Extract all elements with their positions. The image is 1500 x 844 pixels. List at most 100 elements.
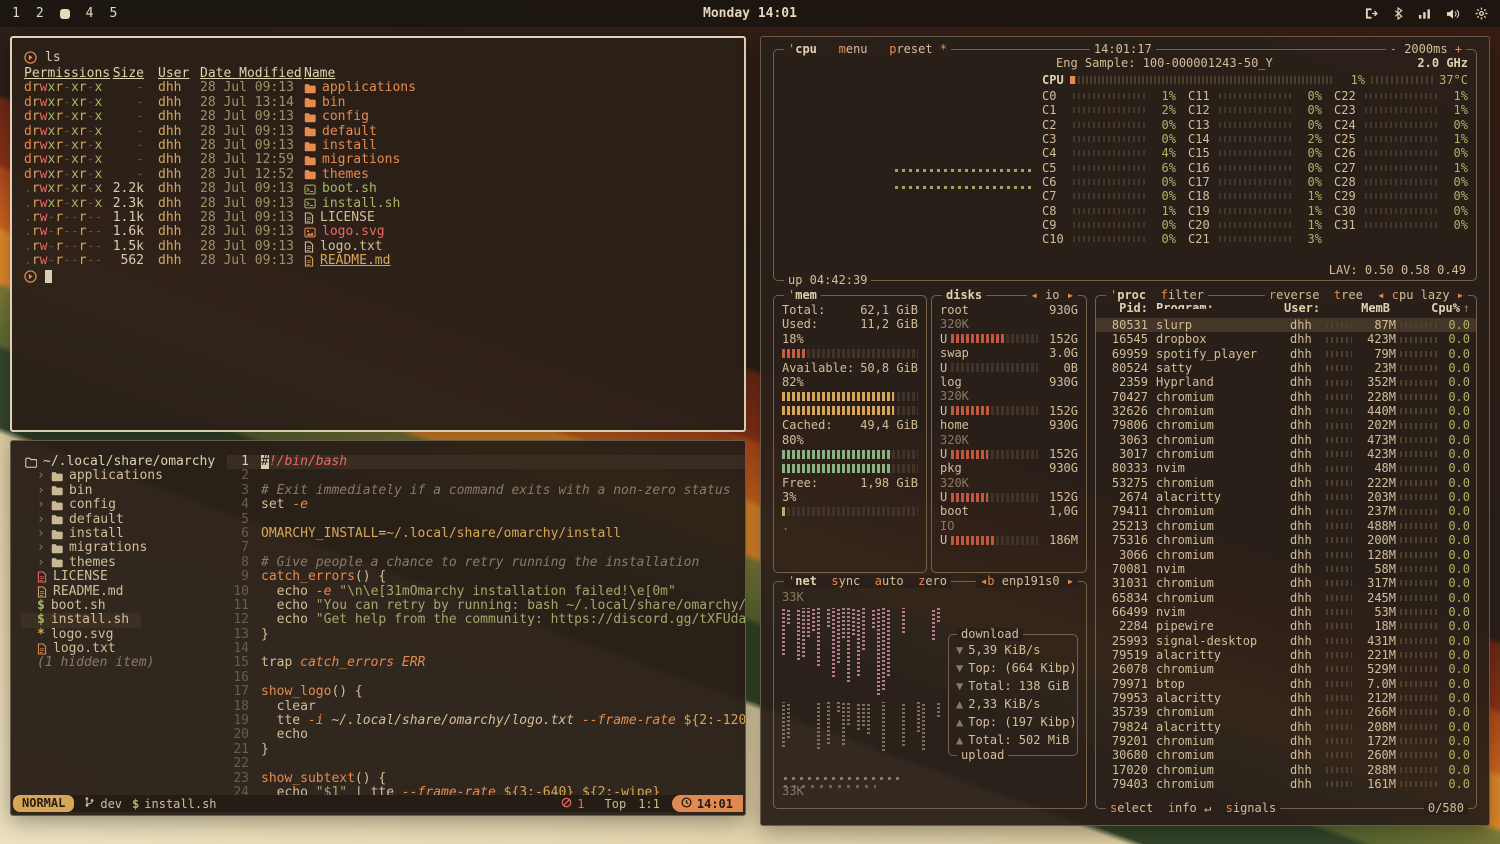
tree-item-README.md[interactable]: README.md	[21, 585, 135, 599]
code-line: 17show_logo() {	[227, 685, 745, 699]
meter	[782, 461, 918, 475]
process-row[interactable]: 35739chromiumdhh266M0.0	[1096, 705, 1476, 719]
line-number: 9	[227, 570, 261, 584]
network-tray-icon[interactable]	[1418, 8, 1431, 20]
settings-tray-icon[interactable]	[1475, 7, 1488, 20]
cpu-panel-title[interactable]: 'cpu menu preset *	[784, 43, 951, 56]
process-cpu-graph	[1400, 380, 1438, 386]
process-row[interactable]: 65834chromiumdhh245M0.0	[1096, 591, 1476, 605]
process-row[interactable]: 25213chromiumdhh488M0.0	[1096, 519, 1476, 533]
net-interface-selector[interactable]: ◂b enp191s0 ▸	[976, 575, 1078, 588]
process-row[interactable]: 3017chromiumdhh423M0.0	[1096, 447, 1476, 461]
process-row[interactable]: 3063chromiumdhh473M0.0	[1096, 433, 1476, 447]
process-row[interactable]: 3066chromiumdhh128M0.0	[1096, 548, 1476, 562]
process-row[interactable]: 79519alacrittydhh221M0.0	[1096, 648, 1476, 662]
sort-direction-icon[interactable]: ↑	[1460, 301, 1470, 309]
process-row[interactable]: 79806chromiumdhh202M0.0	[1096, 418, 1476, 432]
process-row[interactable]: 31031chromiumdhh317M0.0	[1096, 576, 1476, 590]
cpu-core-row: C310%	[1334, 218, 1468, 232]
process-row[interactable]: 80531slurpdhh87M0.0	[1096, 318, 1476, 332]
process-row[interactable]: 32626chromiumdhh440M0.0	[1096, 404, 1476, 418]
workspace-1[interactable]: 1	[12, 0, 20, 27]
bluetooth-tray-icon[interactable]	[1394, 7, 1403, 20]
process-user: dhh	[1290, 476, 1326, 490]
tree-item-logo.txt[interactable]: logo.txt	[21, 642, 128, 656]
tree-item-migrations[interactable]: ›migrations	[21, 541, 159, 555]
tree-item-default[interactable]: ›default	[21, 513, 136, 527]
tree-item-label: install	[69, 527, 124, 541]
workspace-5[interactable]: 5	[109, 0, 117, 27]
proc-panel-title[interactable]: 'proc filter	[1106, 289, 1208, 302]
process-row[interactable]: 79201chromiumdhh172M0.0	[1096, 734, 1476, 748]
workspace-3[interactable]	[60, 9, 70, 19]
tree-root[interactable]: ~/.local/share/omarchy	[21, 455, 227, 469]
git-segment: dev	[84, 796, 122, 811]
tree-item-LICENSE[interactable]: LICENSE	[21, 570, 120, 584]
process-row[interactable]: 70081nvimdhh58M0.0	[1096, 562, 1476, 576]
process-row[interactable]: 2359Hyprlanddhh352M0.0	[1096, 375, 1476, 389]
process-row[interactable]: 79824alacrittydhh208M0.0	[1096, 720, 1476, 734]
process-cpu-graph	[1400, 767, 1438, 773]
process-pid: 79403	[1102, 777, 1148, 791]
process-user: dhh	[1290, 404, 1326, 418]
process-row[interactable]: 79953alacrittydhh212M0.0	[1096, 691, 1476, 705]
disks-io-toggle[interactable]: ◂ io ▸	[1027, 289, 1078, 302]
volume-tray-icon[interactable]	[1446, 8, 1460, 20]
process-cpu: 0.0	[1442, 361, 1470, 375]
tree-item-logo.svg[interactable]: *logo.svg	[21, 628, 125, 642]
proc-options[interactable]: reverse tree ◂ cpu lazy ▸	[1265, 289, 1468, 302]
line-number: 11	[227, 599, 261, 613]
process-row[interactable]: 16545dropboxdhh423M0.0	[1096, 332, 1476, 346]
process-row[interactable]: 66499nvimdhh53M0.0	[1096, 605, 1476, 619]
logout-tray-icon[interactable]	[1364, 7, 1379, 20]
mem-panel-title[interactable]: 'mem	[784, 289, 821, 302]
editor-main: ~/.local/share/omarchy›applications›bin›…	[11, 441, 745, 795]
workspace-2[interactable]: 2	[36, 0, 44, 27]
process-row[interactable]: 2284pipewiredhh18M0.0	[1096, 619, 1476, 633]
process-mem: 221M	[1356, 648, 1396, 662]
process-row[interactable]: 2674alacrittydhh203M0.0	[1096, 490, 1476, 504]
tree-item-install[interactable]: ›install	[21, 527, 136, 541]
disk-name: pkg	[940, 461, 962, 475]
process-row[interactable]: 30680chromiumdhh260M0.0	[1096, 748, 1476, 762]
uptime: up 04:42:39	[784, 274, 871, 287]
workspace-4[interactable]: 4	[86, 0, 94, 27]
process-mem-graph	[1326, 437, 1352, 443]
process-row[interactable]: 75316chromiumdhh200M0.0	[1096, 533, 1476, 547]
disk-size: 930G	[1049, 375, 1078, 389]
process-row[interactable]: 69959spotify_playerdhh79M0.0	[1096, 347, 1476, 361]
update-interval[interactable]: - 2000ms +	[1386, 43, 1466, 56]
disks-panel-title[interactable]: disks	[942, 289, 986, 302]
process-mem-graph	[1326, 380, 1352, 386]
tree-item-install.sh[interactable]: $install.sh	[21, 613, 141, 627]
process-row[interactable]: 70427chromiumdhh228M0.0	[1096, 390, 1476, 404]
tree-item-bin[interactable]: ›bin	[21, 484, 104, 498]
process-row[interactable]: 79403chromiumdhh161M0.0	[1096, 777, 1476, 791]
process-row[interactable]: 53275chromiumdhh222M0.0	[1096, 476, 1476, 490]
process-name: nvim	[1156, 605, 1290, 619]
tree-item-boot.sh[interactable]: $boot.sh	[21, 599, 118, 613]
process-row[interactable]: 80524sattydhh23M0.0	[1096, 361, 1476, 375]
code-line: 22	[227, 757, 745, 771]
line-number: 18	[227, 700, 261, 714]
tree-item--1-hidden-item-[interactable]: (1 hidden item)	[21, 656, 166, 670]
tree-item-applications[interactable]: ›applications	[21, 469, 175, 483]
net-panel-title[interactable]: 'net sync auto zero	[784, 575, 951, 588]
process-row[interactable]: 79411chromiumdhh237M0.0	[1096, 504, 1476, 518]
process-row[interactable]: 17020chromiumdhh288M0.0	[1096, 763, 1476, 777]
network-panel: 'net sync auto zero◂b enp191s0 ▸33K33Kdo…	[773, 581, 1087, 809]
proc-footer-menu[interactable]: select info ↵ signals	[1106, 802, 1280, 815]
disk-name: home	[940, 418, 969, 432]
process-row[interactable]: 80333nvimdhh48M0.0	[1096, 461, 1476, 475]
meter	[782, 447, 918, 461]
process-row[interactable]: 79971btopdhh7.0M0.0	[1096, 677, 1476, 691]
name-cell: migrations	[304, 153, 732, 167]
process-row[interactable]: 26078chromiumdhh529M0.0	[1096, 662, 1476, 676]
process-mem-graph	[1326, 423, 1352, 429]
tree-item-themes[interactable]: ›themes	[21, 556, 128, 570]
process-user: dhh	[1290, 332, 1326, 346]
mem-stat-row: Total:62,1 GiB	[782, 303, 918, 317]
tree-item-config[interactable]: ›config	[21, 498, 128, 512]
process-row[interactable]: 25993signal-desktopdhh431M0.0	[1096, 634, 1476, 648]
process-mem: 529M	[1356, 662, 1396, 676]
